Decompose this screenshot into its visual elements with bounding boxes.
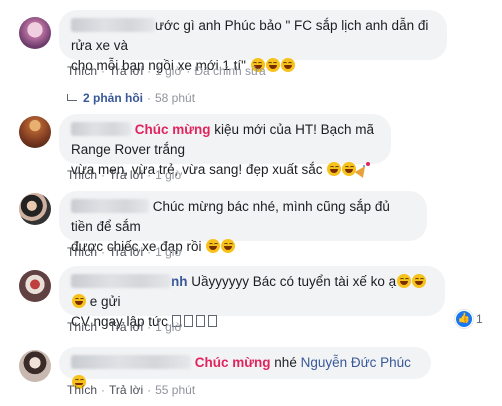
party-popper-icon [356, 162, 371, 176]
reaction-badge[interactable]: 👍 [455, 310, 473, 328]
replies-arrow-icon [67, 94, 77, 101]
comment-actions: Thích · Trả lời · 1 giờ [67, 168, 183, 182]
comment-text: Uầyyyyyy Bác có tuyển tài xế ko ạ [187, 274, 397, 289]
comment-actions: Thích · Trả lời · 55 phút [67, 383, 196, 397]
grin-emoji-icon [72, 294, 86, 308]
comment-time[interactable]: 1 giờ [155, 168, 182, 182]
reply-link[interactable]: Trả lời [109, 320, 143, 334]
replies-time: 58 phút [155, 91, 196, 105]
comment-actions: Thích · Trả lời · 1 giờ [67, 245, 183, 259]
reply-link[interactable]: Trả lời [109, 245, 143, 259]
highlight-text: Chúc mừng [134, 122, 211, 137]
redacted-name [71, 274, 171, 288]
redacted-name [71, 122, 131, 136]
comment-text: nhé [270, 355, 301, 370]
avatar[interactable] [19, 116, 51, 148]
grin-emoji-icon [280, 58, 295, 72]
avatar[interactable] [19, 350, 51, 382]
grin-emoji-icon [221, 239, 236, 253]
mention-link[interactable]: Nguyễn Đức Phúc [301, 355, 411, 370]
reply-link[interactable]: Trả lời [109, 64, 143, 78]
grin-emoji-icon [412, 274, 427, 288]
redacted-name [71, 18, 155, 32]
like-reaction-icon: 👍 [456, 311, 472, 327]
reply-link[interactable]: Trả lời [109, 168, 143, 182]
avatar[interactable] [19, 17, 51, 49]
comment-bubble: nh Uầyyyyyy Bác có tuyển tài xế ko ạ e g… [59, 266, 445, 329]
avatar[interactable] [19, 193, 51, 225]
comment-actions: Thích · Trả lời · 1 giờ [67, 320, 183, 334]
replies-count: 2 phản hồi [83, 91, 143, 105]
redacted-name [71, 355, 191, 369]
comment-time[interactable]: 1 giờ [155, 64, 182, 78]
like-link[interactable]: Thích [67, 320, 97, 334]
reply-link[interactable]: Trả lời [109, 383, 143, 397]
grin-emoji-icon [342, 162, 357, 176]
reaction-count[interactable]: 1 [476, 312, 483, 326]
grin-emoji-icon [397, 274, 412, 288]
like-link[interactable]: Thích [67, 168, 97, 182]
comment-time[interactable]: 1 giờ [155, 320, 182, 334]
comment-bubble: Chúc mừng kiệu mới của HT! Bạch mã Range… [59, 114, 391, 177]
comment-actions: Thích · Trả lời · 1 giờ · Đã chỉnh sửa [67, 64, 266, 78]
comment-bubble: ước gì anh Phúc bảo " FC sắp lịch anh dẫ… [59, 10, 447, 73]
like-link[interactable]: Thích [67, 64, 97, 78]
commenter-name[interactable]: nh [171, 274, 188, 289]
redacted-name [71, 199, 149, 213]
like-link[interactable]: Thích [67, 383, 97, 397]
view-replies-link[interactable]: 2 phản hồi · 58 phút [67, 91, 195, 105]
comment-time[interactable]: 1 giờ [155, 245, 182, 259]
avatar[interactable] [19, 270, 51, 302]
comment-bubble: Chúc mừng nhé Nguyễn Đức Phúc [59, 347, 431, 389]
grin-emoji-icon [265, 58, 280, 72]
grin-emoji-icon [206, 239, 221, 253]
like-link[interactable]: Thích [67, 245, 97, 259]
comment-bubble: Chúc mừng bác nhé, mình cũng sắp đủ tiền… [59, 191, 427, 254]
grin-emoji-icon [327, 162, 342, 176]
highlight-text: Chúc mừng [194, 355, 271, 370]
comment-text: e gửi [86, 294, 121, 309]
edited-label: Đã chỉnh sửa [194, 64, 266, 78]
comment-time[interactable]: 55 phút [155, 383, 195, 397]
